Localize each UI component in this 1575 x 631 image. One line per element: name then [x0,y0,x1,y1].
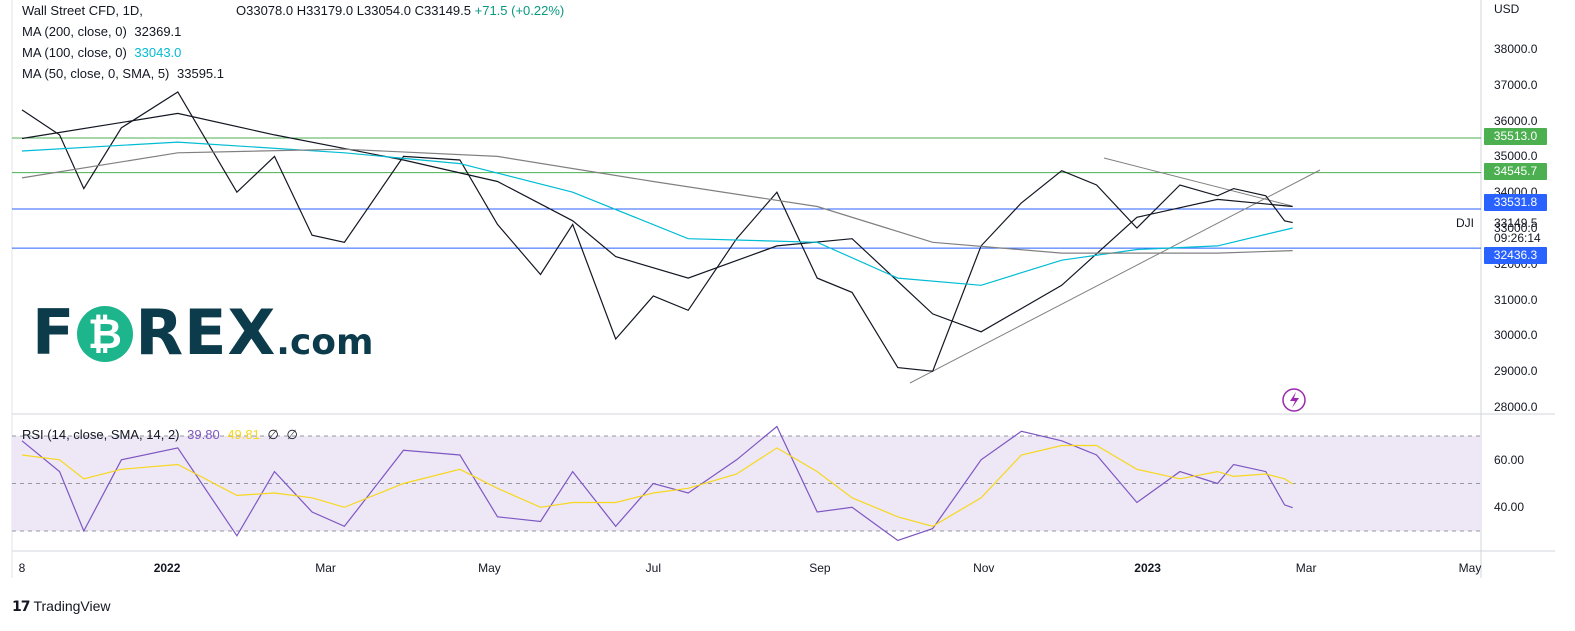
logo-left: F [32,296,76,369]
ma100-value: 33043.0 [134,45,182,60]
ma100-legend[interactable]: MA (100, close, 0) 33043.0 [22,45,185,60]
time-tick-label: Mar [315,561,336,575]
last-price: 33149.5 [1494,216,1538,230]
level-tag-35513: 35513.0 [1484,128,1547,145]
level-tag-34545: 34545.7 [1484,163,1547,180]
level-tag-32436: 32436.3 [1484,247,1547,264]
close-value: C33149.5 [414,3,471,18]
time-tick-label: 2023 [1134,561,1161,575]
price-tick-label: 29000.0 [1494,364,1538,379]
time-tick-label: Jul [645,561,661,575]
time-tick-label: May [478,561,501,575]
ma100-line [21,141,1293,286]
time-tick-label: Nov [973,561,995,575]
ma200-label: MA (200, close, 0) [22,24,127,39]
rsi-extra1: ∅ [267,427,279,442]
price-tick-label: 36000.0 [1494,113,1538,128]
rsi-value: 39.80 [187,427,220,442]
level-tag-33531: 33531.8 [1484,194,1547,211]
ohlc-readout: O33078.0 H33179.0 L33054.0 C33149.5 +71.… [236,3,564,18]
time-tick-label: 2022 [153,561,181,575]
change-value: +71.5 (+0.22%) [474,3,565,18]
countdown: 09:26:14 [1494,231,1541,245]
lightning-bolt-icon [1290,392,1299,408]
low-value: L33054.0 [356,3,411,18]
tradingview-logo[interactable]: 17 TradingView [12,598,111,615]
time-tick-label: May [1458,561,1482,575]
price-tick-label: 35000.0 [1494,149,1538,164]
ma200-line [21,148,1293,254]
last-symbol: DJI [1456,216,1474,230]
tv-brand: TradingView [33,598,111,614]
price-tick-label: 30000.0 [1494,328,1538,343]
rsi-legend[interactable]: RSI (14, close, SMA, 14, 2) 39.80 49.81 … [22,427,302,443]
symbol-title: Wall Street CFD, 1D, [22,3,143,18]
rsi-extra2: ∅ [286,427,298,442]
tv-icon: 17 [12,599,31,615]
forex-logo: F ₿ REX.com [32,302,374,374]
time-tick-label: Mar [1295,561,1317,575]
rsi-label: RSI (14, close, SMA, 14, 2) [22,427,180,442]
price-tick-label: 37000.0 [1494,77,1538,92]
rising-trendline [909,169,1321,384]
ma200-legend[interactable]: MA (200, close, 0) 32369.1 [22,24,185,39]
logo-right: REX [135,296,277,369]
time-tick-label: Sep [809,561,831,575]
ma200-value: 32369.1 [134,24,182,39]
price-tick-label: 28000.0 [1494,400,1538,414]
ma100-label: MA (100, close, 0) [22,45,127,60]
ma50-label: MA (50, close, 0, SMA, 5) [22,66,170,81]
rsi-tick-label: 60.00 [1494,452,1525,467]
time-tick-label: 8 [18,561,26,575]
rsi-sma-value: 49.81 [227,427,260,442]
ma50-value: 33595.1 [177,66,225,81]
open-value: O33078.0 [236,3,294,18]
price-tick-label: 31000.0 [1494,292,1538,307]
logo-suffix: .com [276,322,374,363]
chart-title-legend: Wall Street CFD, 1D, [22,3,147,18]
high-value: H33179.0 [296,3,354,18]
logo-o-icon: ₿ [77,306,134,362]
ma50-legend[interactable]: MA (50, close, 0, SMA, 5) 33595.1 [22,66,228,81]
falling-trendline [1103,157,1293,207]
price-tick-label: 38000.0 [1494,42,1538,56]
rsi-tick-label: 40.00 [1494,500,1525,515]
currency-label: USD [1494,2,1520,16]
